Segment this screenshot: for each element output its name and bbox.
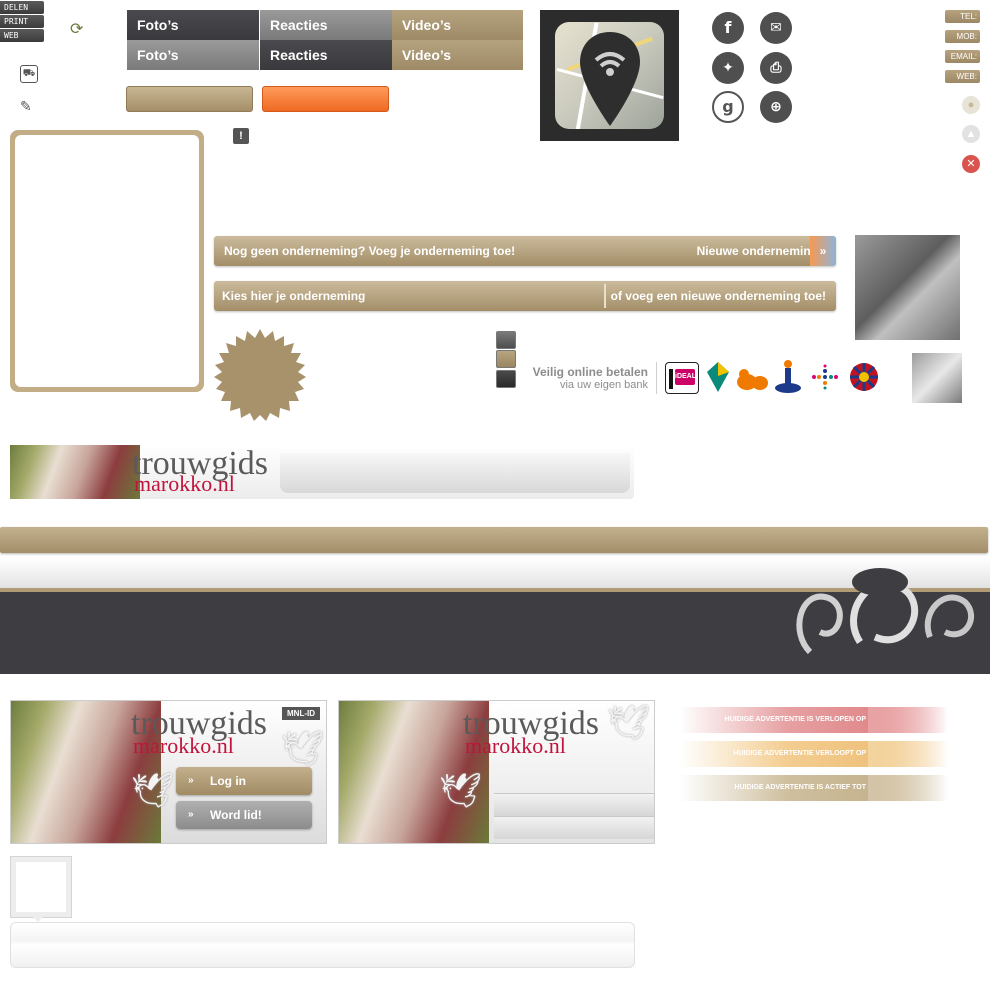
- orange-button[interactable]: [262, 86, 389, 112]
- mail-icon[interactable]: ✉: [760, 12, 792, 44]
- login-button[interactable]: » Log in: [176, 767, 312, 795]
- swirl-ornament: [796, 568, 974, 655]
- dove-icon-2: 🕊: [131, 772, 175, 810]
- arrow-up-icon[interactable]: ▲: [962, 125, 980, 143]
- abn-amro-icon: [707, 362, 729, 392]
- payment-title: Veilig online betalen: [532, 365, 648, 379]
- choose-business-text[interactable]: Kies hier je onderneming: [222, 281, 365, 311]
- twitter-icon[interactable]: ✦: [712, 52, 744, 84]
- cart-icon[interactable]: ⛟: [20, 65, 38, 83]
- add-business-text[interactable]: of voeg een nieuwe onderneming toe!: [611, 281, 826, 311]
- comment-box[interactable]: [10, 922, 635, 968]
- pencil-icon[interactable]: ✎: [20, 98, 32, 115]
- photo-thumbnail-small[interactable]: [912, 353, 962, 403]
- mob-tag: MOB:: [945, 30, 980, 43]
- share-tag[interactable]: DELEN: [0, 1, 44, 14]
- tab-videos[interactable]: Video’s: [392, 10, 523, 40]
- couple-photo: [10, 445, 140, 499]
- payment-subtitle: via uw eigen bank: [559, 379, 648, 391]
- tan-swatch[interactable]: [496, 350, 516, 368]
- rabobank-icon: [775, 360, 801, 393]
- login-panel: trouwgids marokko.nl MNL-ID 🕊 🕊 » Log in …: [10, 700, 327, 844]
- choose-business-banner[interactable]: Kies hier je onderneming of voeg een nie…: [214, 281, 836, 311]
- printer-icon[interactable]: ⎙: [760, 52, 792, 84]
- user-panel-row[interactable]: [494, 793, 654, 816]
- web-tag-right: WEB:: [945, 70, 980, 83]
- status-active: HUIDIGE ADVERTENTIE IS ACTIEF TOT: [680, 775, 948, 801]
- print-tag[interactable]: PRINT: [0, 15, 44, 28]
- payment-divider: [656, 362, 657, 394]
- starburst-badge: [214, 329, 306, 421]
- tan-button[interactable]: [126, 86, 253, 112]
- location-icon[interactable]: ●: [962, 96, 980, 114]
- chevron-right-icon: »: [810, 236, 836, 266]
- tab-reactions-active[interactable]: Reacties: [260, 40, 392, 70]
- payment-text-block: Veilig online betalen via uw eigen bank: [520, 365, 648, 391]
- grey-swatch[interactable]: [496, 331, 516, 349]
- avatar-placeholder: [10, 856, 72, 918]
- dove-icon-2: 🕊: [439, 772, 483, 810]
- status-expired: HUIDIGE ADVERTENTIE IS VERLOPEN OP: [680, 707, 948, 733]
- sns-icon: [812, 364, 838, 390]
- alert-icon: !: [233, 128, 249, 144]
- close-icon[interactable]: ✕: [962, 155, 980, 173]
- email-tag: EMAIL:: [945, 50, 980, 63]
- header-bar: [0, 527, 988, 553]
- tab-videos-active[interactable]: Video’s: [392, 40, 523, 70]
- location-pin-icon: [580, 32, 640, 126]
- dove-icon: 🕊: [607, 704, 651, 742]
- photo-frame: [10, 130, 204, 392]
- logo-search-area: [280, 453, 630, 493]
- new-business-link[interactable]: Nieuwe onderneming: [697, 236, 818, 266]
- user-panel: trouwgids marokko.nl 🕊 🕊: [338, 700, 655, 844]
- google-icon[interactable]: g: [712, 91, 744, 123]
- logo-subline: marokko.nl: [465, 733, 566, 758]
- register-button[interactable]: » Word lid!: [176, 801, 312, 829]
- new-business-text: Nog geen onderneming? Voeg je ondernemin…: [224, 244, 516, 258]
- logo-subline: marokko.nl: [134, 471, 235, 496]
- tab-photos-active[interactable]: Foto’s: [127, 40, 259, 70]
- status-expiring: HUIDIGE ADVERTENTIE VERLOOPT OP: [680, 741, 948, 767]
- tab-photos[interactable]: Foto’s: [127, 10, 259, 40]
- facebook-icon[interactable]: f: [712, 12, 744, 44]
- logo-banner: trouwgids marokko.nl: [10, 445, 634, 499]
- speech-pointer: [30, 914, 46, 922]
- tel-tag: TEL:: [945, 10, 980, 23]
- tab-reactions[interactable]: Reacties: [260, 10, 392, 40]
- map-app-icon[interactable]: [540, 10, 679, 141]
- user-panel-row[interactable]: [494, 816, 654, 839]
- ideal-icon: iDEAL: [665, 362, 699, 394]
- dove-icon: 🕊: [281, 730, 325, 768]
- divider: [604, 284, 606, 308]
- web-tag[interactable]: WEB: [0, 29, 44, 42]
- logo-subline: marokko.nl: [133, 733, 234, 758]
- dark-swatch[interactable]: [496, 370, 516, 388]
- ing-lion-icon: [737, 369, 768, 390]
- globe-icon[interactable]: ⊕: [760, 91, 792, 123]
- mnl-id-badge: MNL-ID: [282, 707, 320, 720]
- refresh-icon[interactable]: ⟳: [70, 19, 83, 39]
- fortis-icon: [850, 363, 878, 391]
- photo-thumbnail[interactable]: [855, 235, 960, 340]
- new-business-banner[interactable]: Nog geen onderneming? Voeg je ondernemin…: [214, 236, 836, 266]
